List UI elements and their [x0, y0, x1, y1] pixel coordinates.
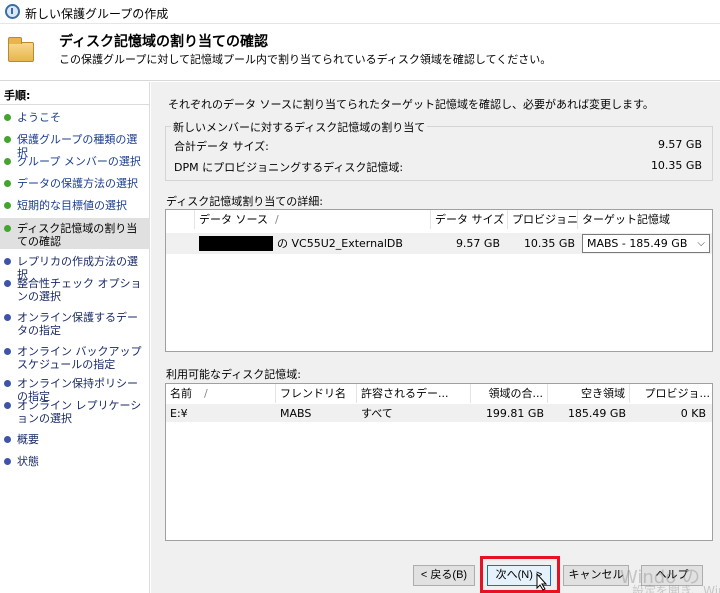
step-group-members[interactable]: グループ メンバーの選択: [0, 155, 150, 168]
title-bar: 新しい保護グループの作成: [0, 0, 720, 24]
step-pending-icon: [4, 436, 11, 443]
step-online-data[interactable]: オンライン保護するデータの指定: [0, 311, 150, 337]
step-protection-method[interactable]: データの保護方法の選択: [0, 177, 150, 190]
wizard-header: ディスク記憶域の割り当ての確認 この保護グループに対して記憶域プール内で割り当て…: [0, 25, 720, 81]
total-size-label: 合計データ サイズ:: [174, 140, 269, 153]
step-done-icon: [4, 136, 11, 143]
details-col-spacer: [166, 210, 195, 229]
step-label: ディスク記憶域の割り当ての確認: [17, 222, 138, 248]
step-label: オンライン バックアップ スケジュールの指定: [17, 345, 142, 371]
folder-icon: [8, 37, 34, 62]
steps-sidebar: 手順: ようこそ 保護グループの種類の選択 グループ メンバーの選択 データの保…: [0, 82, 153, 593]
available-title: 利用可能なディスク記憶域:: [164, 366, 303, 382]
available-allowed-cell: すべて: [361, 407, 393, 420]
next-button-highlight: [480, 556, 560, 593]
details-source-cell: の VC55U2_ExternalDB: [277, 237, 403, 250]
details-col-size[interactable]: データ サイズ: [431, 210, 508, 229]
step-label: 概要: [17, 433, 39, 446]
available-free-cell: 185.49 GB: [567, 407, 626, 420]
available-col-provisioned[interactable]: プロビジョ...: [630, 384, 712, 403]
step-done-icon: [4, 180, 11, 187]
step-label: 整合性チェック オプションの選択: [17, 277, 142, 303]
step-status[interactable]: 状態: [0, 455, 150, 468]
step-label: ようこそ: [17, 111, 61, 124]
step-summary[interactable]: 概要: [0, 433, 150, 446]
redacted-server-name: [199, 236, 273, 251]
step-consistency-check[interactable]: 整合性チェック オプションの選択: [0, 277, 150, 303]
step-label: 状態: [17, 455, 39, 468]
step-done-icon: [4, 225, 11, 232]
step-label: オンライン保護するデータの指定: [17, 311, 138, 337]
details-col-target[interactable]: ターゲット記憶域: [578, 210, 712, 229]
target-storage-value: MABS - 185.49 GB: [587, 237, 688, 250]
available-col-total[interactable]: 領域の合...: [471, 384, 548, 403]
step-disk-allocation[interactable]: ディスク記憶域の割り当ての確認: [0, 218, 150, 249]
step-done-icon: [4, 158, 11, 165]
step-done-icon: [4, 202, 11, 209]
step-online-schedule[interactable]: オンライン バックアップ スケジュールの指定: [0, 345, 150, 371]
steps-header: 手順:: [0, 89, 153, 105]
sort-indicator-icon: /: [275, 213, 279, 226]
page-subtitle: この保護グループに対して記憶域プール内で割り当てられているディスク領域を確認して…: [59, 53, 552, 66]
step-label: オンライン レプリケーションの選択: [17, 399, 142, 425]
target-storage-dropdown[interactable]: MABS - 185.49 GB ⌵: [582, 234, 710, 253]
available-col-free[interactable]: 空き領域: [548, 384, 630, 403]
summary-title: 新しいメンバーに対するディスク記憶域の割り当て: [171, 119, 428, 135]
step-label: データの保護方法の選択: [17, 177, 138, 190]
step-pending-icon: [4, 280, 11, 287]
details-col-provisioned[interactable]: プロビジョニ...: [508, 210, 578, 229]
step-online-replication[interactable]: オンライン レプリケーションの選択: [0, 399, 150, 425]
available-col-friendly[interactable]: フレンドリ名: [276, 384, 357, 403]
available-name-cell: E:¥: [170, 407, 188, 420]
main-panel: それぞれのデータ ソースに割り当てられたターゲット記憶域を確認し、必要があれば変…: [151, 82, 720, 593]
details-title: ディスク記憶域割り当ての詳細:: [164, 193, 325, 209]
step-short-term-goals[interactable]: 短期的な目標値の選択: [0, 199, 150, 212]
intro-text: それぞれのデータ ソースに割り当てられたターゲット記憶域を確認し、必要があれば変…: [168, 98, 654, 111]
step-pending-icon: [4, 348, 11, 355]
provision-value: 10.35 GB: [650, 159, 702, 172]
sort-indicator-icon: /: [204, 387, 208, 400]
available-friendly-cell: MABS: [280, 407, 312, 420]
activation-watermark-line2: 設定を開き、Windo: [632, 584, 720, 593]
available-provisioned-cell: 0 KB: [680, 407, 706, 420]
step-pending-icon: [4, 258, 11, 265]
app-icon: [5, 4, 20, 19]
back-button[interactable]: < 戻る(B): [413, 565, 475, 586]
available-col-name[interactable]: 名前 /: [166, 384, 276, 403]
step-welcome[interactable]: ようこそ: [0, 111, 150, 124]
details-size-cell: 9.57 GB: [455, 237, 500, 250]
step-label: 短期的な目標値の選択: [17, 199, 127, 212]
step-pending-icon: [4, 314, 11, 321]
step-done-icon: [4, 114, 11, 121]
details-grid: データ ソース/ データ サイズ プロビジョニ... ターゲット記憶域 の VC…: [165, 209, 713, 352]
details-col-source[interactable]: データ ソース /: [195, 210, 431, 229]
details-provisioned-cell: 10.35 GB: [523, 237, 575, 250]
available-grid: 名前 / フレンドリ名 許容されるデー... 領域の合... 空き領域 プロビジョ…: [165, 383, 713, 541]
mouse-cursor-icon: [536, 573, 548, 591]
step-pending-icon: [4, 380, 11, 387]
available-total-cell: 199.81 GB: [485, 407, 544, 420]
step-pending-icon: [4, 458, 11, 465]
provision-label: DPM にプロビジョニングするディスク記憶域:: [174, 161, 404, 174]
step-pending-icon: [4, 402, 11, 409]
page-title: ディスク記憶域の割り当ての確認: [59, 34, 269, 50]
window-title: 新しい保護グループの作成: [25, 7, 169, 21]
total-size-value: 9.57 GB: [657, 138, 702, 151]
step-label: グループ メンバーの選択: [17, 155, 141, 168]
chevron-down-icon: ⌵: [697, 238, 705, 249]
available-col-allowed[interactable]: 許容されるデー...: [357, 384, 471, 403]
